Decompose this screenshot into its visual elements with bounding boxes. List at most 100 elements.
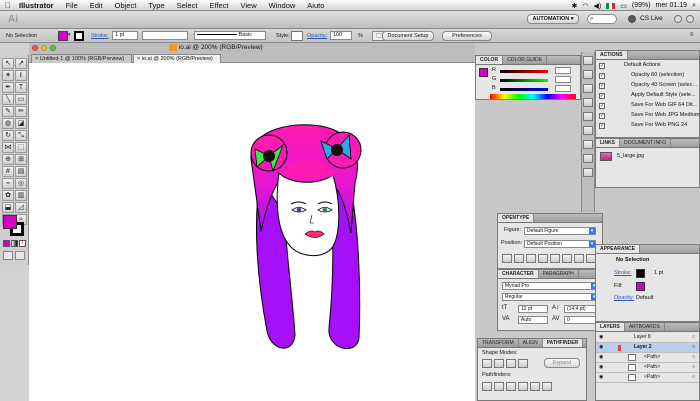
tab-opentype[interactable]: OPENTYPE <box>498 214 535 222</box>
none-mode-icon[interactable]: / <box>19 240 26 247</box>
appearance-fill-label[interactable]: Fill: <box>614 282 623 291</box>
volume-icon[interactable]: ◀) <box>594 2 602 10</box>
gradient-mode-icon[interactable] <box>11 240 18 247</box>
pen-tool-icon[interactable]: ✒ <box>2 82 14 93</box>
figure-select[interactable]: Default Figure ▾ <box>524 227 596 235</box>
layer-name[interactable]: Layer 2 <box>634 343 652 352</box>
artboard-canvas[interactable] <box>29 63 475 401</box>
stroke-panel-icon[interactable] <box>583 112 593 121</box>
rectangle-tool-icon[interactable]: ▭ <box>15 94 27 105</box>
tab-color[interactable]: COLOR <box>476 56 504 64</box>
menu-effect[interactable]: Effect <box>203 1 234 10</box>
layers-panel-icon[interactable] <box>583 168 593 177</box>
opacity-field[interactable]: 100 <box>330 31 352 40</box>
bluetooth-icon[interactable]: ✱ <box>572 2 578 10</box>
action-item-1[interactable]: Opacity 60 (selection) <box>631 71 684 80</box>
layer-row[interactable]: ◉ Layer 8 ○ <box>596 333 699 343</box>
opacity-label[interactable]: Opacity: <box>307 32 327 40</box>
screen-mode-icon[interactable] <box>15 251 25 260</box>
r-value-field[interactable] <box>555 67 571 74</box>
target-circle-icon[interactable]: ○ <box>692 353 695 362</box>
action-toggle-0[interactable]: ✓ <box>599 63 605 69</box>
link-file-name[interactable]: 5_large.jpg <box>617 152 644 161</box>
free-transform-tool-icon[interactable]: ⬚ <box>15 142 27 153</box>
target-circle-icon[interactable]: ○ <box>692 343 695 352</box>
close-window-icon[interactable] <box>32 45 38 51</box>
action-toggle-1[interactable]: ✓ <box>599 73 605 79</box>
tab-pathfinder[interactable]: PATHFINDER <box>542 339 584 347</box>
minimize-window-icon[interactable] <box>674 15 682 23</box>
tab-io-ai[interactable]: × io.ai @ 200% (RGB/Preview) <box>133 54 221 63</box>
action-item-3[interactable]: Apply Default Style (sele... <box>631 91 696 100</box>
position-select[interactable]: Default Position ▾ <box>524 240 596 248</box>
selection-tool-icon[interactable]: ↖ <box>2 58 14 69</box>
menu-type[interactable]: Type <box>142 1 170 10</box>
graphic-style-swatch[interactable] <box>291 31 303 41</box>
fill-swatch[interactable] <box>58 31 68 41</box>
gradient-panel-icon[interactable] <box>583 126 593 135</box>
mesh-tool-icon[interactable]: # <box>2 166 14 177</box>
action-item-5[interactable]: Save For Web JPG Medium <box>631 111 699 120</box>
brush-definition[interactable]: Basic <box>194 31 266 40</box>
paintbrush-tool-icon[interactable]: ✎ <box>2 106 14 117</box>
path-name[interactable]: <Path> <box>644 353 660 362</box>
panel-menu-icon[interactable]: ≡ <box>690 32 694 38</box>
action-set-default[interactable]: Default Actions <box>624 61 661 70</box>
ot-contextual-alternates-icon[interactable] <box>514 254 524 263</box>
cs-live-icon[interactable] <box>628 15 636 23</box>
menu-view[interactable]: View <box>234 1 262 10</box>
symbols-panel-icon[interactable] <box>583 98 593 107</box>
sublayer-row[interactable]: ◉ <Path> ○ <box>596 353 699 363</box>
cs-live-button[interactable]: CS Live <box>640 15 663 23</box>
expand-button[interactable]: Expand <box>544 358 580 368</box>
path-name[interactable]: <Path> <box>644 373 660 382</box>
minimize-icon[interactable] <box>41 45 47 51</box>
menu-help[interactable]: Aiuto <box>301 1 330 10</box>
ot-standard-ligatures-icon[interactable] <box>502 254 512 263</box>
visibility-eye-icon[interactable]: ◉ <box>599 373 603 382</box>
battery-icon[interactable]: ▭ <box>620 2 627 10</box>
ot-titling-alternates-icon[interactable] <box>562 254 572 263</box>
tab-artboards[interactable]: ARTBOARDS <box>625 323 665 331</box>
action-item-2[interactable]: Opacity 40 Screen (selec... <box>631 81 697 90</box>
tab-align[interactable]: ALIGN <box>519 339 543 347</box>
action-item-6[interactable]: Save For Web PNG 24 <box>631 121 687 130</box>
workspace-switcher[interactable]: AUTOMATION ▾ <box>527 14 579 24</box>
outline-icon[interactable] <box>530 382 540 391</box>
tab-document-info[interactable]: DOCUMENT INFO <box>620 139 672 147</box>
scale-tool-icon[interactable]: ⤡ <box>15 130 27 141</box>
minus-back-icon[interactable] <box>542 382 552 391</box>
menu-window[interactable]: Window <box>263 1 302 10</box>
font-family-select[interactable]: Myriad Pro ▾ <box>502 282 598 290</box>
variable-width-profile[interactable] <box>142 31 188 40</box>
brushes-panel-icon[interactable] <box>583 84 593 93</box>
type-tool-icon[interactable]: T <box>15 82 27 93</box>
action-item-4[interactable]: Save For Web GIF 64 Dit... <box>631 101 697 110</box>
column-graph-tool-icon[interactable]: ▥ <box>15 190 27 201</box>
action-toggle-3[interactable]: ✓ <box>599 93 605 99</box>
color-spectrum[interactable] <box>490 94 576 99</box>
action-toggle-6[interactable]: ✓ <box>599 123 605 129</box>
shape-builder-tool-icon[interactable]: ⊕ <box>2 154 14 165</box>
apple-icon[interactable]:  <box>0 1 16 10</box>
ot-ordinals-icon[interactable] <box>574 254 584 263</box>
target-circle-icon[interactable]: ○ <box>692 333 695 342</box>
direct-selection-tool-icon[interactable]: ↗ <box>15 58 27 69</box>
action-toggle-4[interactable]: ✓ <box>599 103 605 109</box>
action-toggle-2[interactable]: ✓ <box>599 83 605 89</box>
appearance-opacity-label[interactable]: Opacity: <box>614 294 634 303</box>
symbol-sprayer-tool-icon[interactable]: ✿ <box>2 190 14 201</box>
layer-name[interactable]: Layer 8 <box>634 333 651 342</box>
slice-tool-icon[interactable]: ◿ <box>15 202 27 213</box>
path-name[interactable]: <Path> <box>644 363 660 372</box>
eraser-tool-icon[interactable]: ◪ <box>15 118 27 129</box>
perspective-grid-tool-icon[interactable]: ⊞ <box>15 154 27 165</box>
color-panel-icon[interactable] <box>583 56 593 65</box>
leading-field[interactable]: (14,4 pt) <box>564 305 598 313</box>
artboard-tool-icon[interactable]: ⬓ <box>2 202 14 213</box>
r-slider[interactable] <box>500 70 548 73</box>
sublayer-row[interactable]: ◉ <Path> ○ <box>596 373 699 383</box>
trim-icon[interactable] <box>494 382 504 391</box>
unite-icon[interactable] <box>482 359 492 368</box>
visibility-eye-icon[interactable]: ◉ <box>599 333 603 342</box>
